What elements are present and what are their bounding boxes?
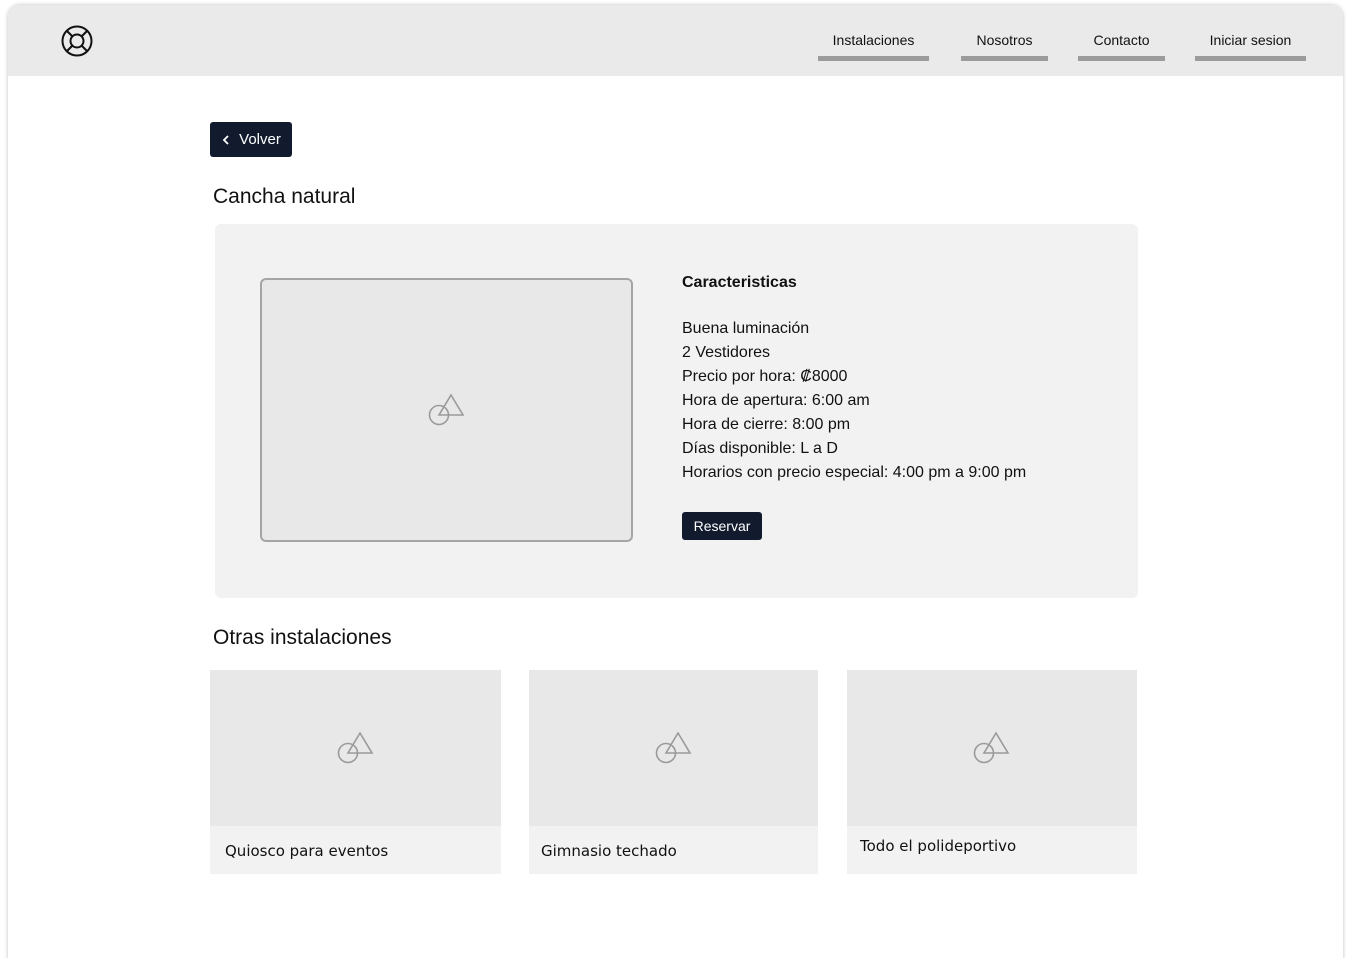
features-section: Caracteristicas Buena luminación 2 Vesti… bbox=[682, 273, 1026, 485]
facility-card-image bbox=[847, 670, 1137, 826]
other-facilities-title: Otras instalaciones bbox=[213, 626, 392, 649]
nav-label: Contacto bbox=[1093, 32, 1150, 48]
nav-contacto[interactable]: Contacto bbox=[1078, 32, 1165, 61]
facility-card-caption: Todo el polideportivo bbox=[860, 837, 1017, 855]
facility-card-gimnasio[interactable]: Gimnasio techado bbox=[529, 670, 818, 874]
nav-label: Nosotros bbox=[976, 32, 1033, 48]
feature-item: Buena luminación bbox=[682, 320, 810, 337]
nav-underline bbox=[1195, 56, 1306, 61]
image-placeholder-icon bbox=[973, 731, 1010, 764]
back-button[interactable]: Volver bbox=[210, 122, 292, 157]
nav-instalaciones[interactable]: Instalaciones bbox=[818, 32, 929, 61]
image-placeholder-icon bbox=[337, 731, 373, 764]
nav-iniciar-sesion[interactable]: Iniciar sesion bbox=[1195, 32, 1306, 61]
feature-item: Días disponible: L a D bbox=[682, 440, 838, 457]
facility-card-image bbox=[529, 670, 818, 826]
nav-label: Instalaciones bbox=[832, 32, 915, 48]
page-title: Cancha natural bbox=[213, 185, 356, 208]
feature-item: Hora de cierre: 8:00 pm bbox=[682, 416, 851, 433]
facility-card-caption: Quiosco para eventos bbox=[225, 842, 389, 860]
feature-item: Precio por hora: ₡8000 bbox=[682, 368, 848, 385]
back-button-label: Volver bbox=[239, 131, 281, 148]
nav-nosotros[interactable]: Nosotros bbox=[961, 32, 1048, 61]
features-list: Buena luminación 2 Vestidores Precio por… bbox=[682, 317, 1026, 485]
facility-card-image bbox=[210, 670, 501, 826]
feature-item: Horarios con precio especial: 4:00 pm a … bbox=[682, 464, 1027, 481]
nav-underline bbox=[818, 56, 929, 61]
top-navigation-bar: Instalaciones Nosotros Contacto Iniciar … bbox=[8, 5, 1343, 76]
image-placeholder-icon bbox=[428, 393, 464, 426]
lifebuoy-icon[interactable] bbox=[60, 24, 94, 58]
features-title: Caracteristicas bbox=[682, 274, 797, 291]
facility-card-polideportivo[interactable]: Todo el polideportivo bbox=[847, 670, 1137, 874]
reserve-button[interactable]: Reservar bbox=[682, 512, 762, 540]
feature-item: Hora de apertura: 6:00 am bbox=[682, 392, 870, 409]
facility-card-quiosco[interactable]: Quiosco para eventos bbox=[210, 670, 501, 874]
nav-underline bbox=[961, 56, 1048, 61]
nav-label: Iniciar sesion bbox=[1209, 32, 1292, 48]
chevron-left-icon bbox=[222, 134, 229, 145]
image-placeholder-icon bbox=[655, 731, 691, 764]
facility-image bbox=[260, 278, 633, 542]
facility-card-caption: Gimnasio techado bbox=[541, 842, 677, 860]
nav-underline bbox=[1078, 56, 1165, 61]
facility-detail-card: Caracteristicas Buena luminación 2 Vesti… bbox=[215, 224, 1138, 598]
browser-frame: Instalaciones Nosotros Contacto Iniciar … bbox=[8, 5, 1343, 958]
feature-item: 2 Vestidores bbox=[682, 344, 771, 361]
